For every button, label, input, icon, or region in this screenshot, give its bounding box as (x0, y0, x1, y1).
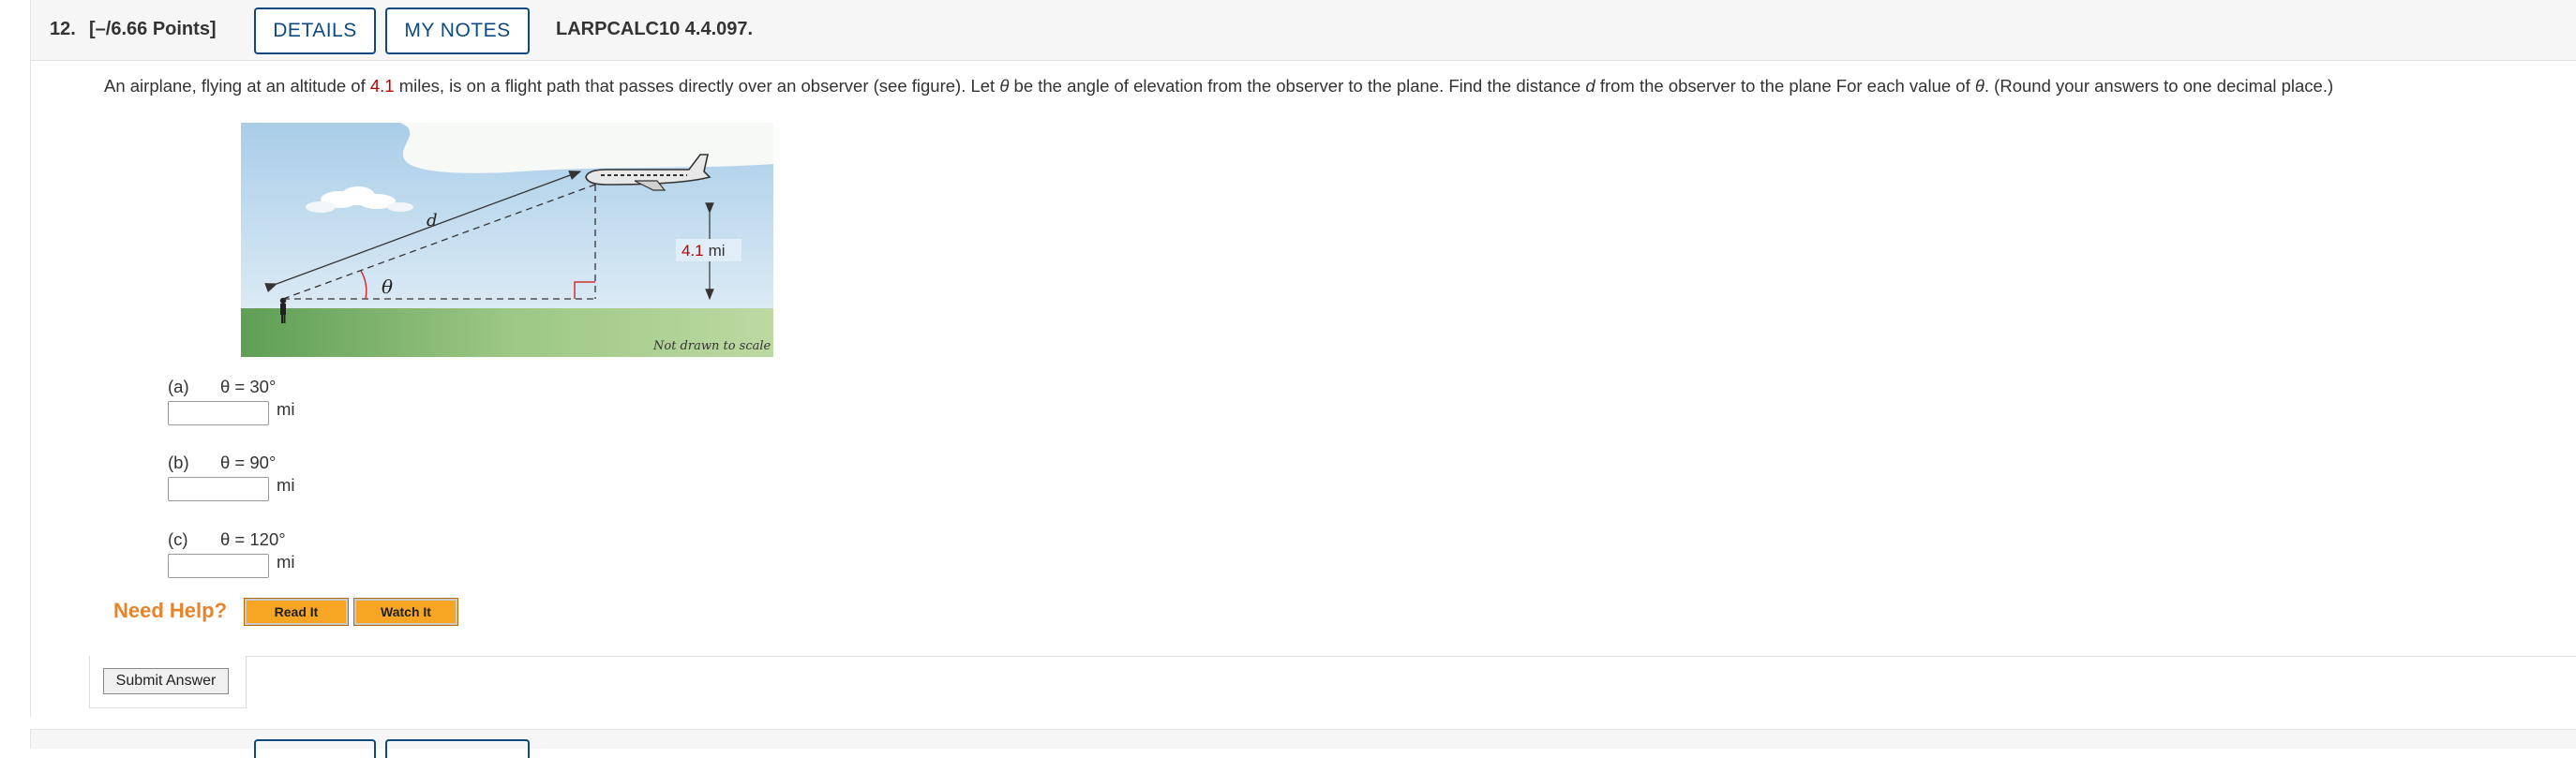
watch-it-button[interactable]: Watch It (353, 598, 458, 626)
next-question-header (30, 729, 2576, 758)
question-points: [–/6.66 Points] (89, 19, 217, 39)
theta-symbol-2: θ (1974, 76, 1984, 96)
need-help-title: Need Help? (113, 599, 228, 622)
submit-answer-button[interactable]: Submit Answer (103, 668, 229, 694)
part-b-equation: θ = 90° (220, 453, 277, 472)
altitude-label: 4.1 mi (681, 242, 726, 260)
part-c-label: (c) (168, 529, 188, 549)
altitude-value: 4.1 (369, 76, 395, 96)
left-rail (0, 0, 30, 744)
part-a-unit: mi (277, 399, 295, 419)
part-c-unit: mi (277, 552, 295, 572)
prompt-text-1: An airplane, flying at an altitude of (104, 76, 370, 96)
next-my-notes-button[interactable] (385, 739, 530, 758)
prompt-text-2: miles, is on a flight path that passes d… (394, 76, 1000, 96)
part-c-answer-input[interactable] (168, 554, 269, 578)
question-number: 12. (50, 19, 76, 39)
question-code: LARPCALC10 4.4.097. (556, 19, 754, 39)
question-header: 12. [–/6.66 Points] DETAILS MY NOTES LAR… (30, 0, 2576, 61)
scale-note: Not drawn to scale (652, 339, 771, 353)
part-a-label: (a) (168, 377, 189, 396)
read-it-button[interactable]: Read It (244, 598, 349, 626)
part-c-equation: θ = 120° (220, 529, 286, 549)
altitude-label-value: 4.1 (681, 242, 704, 260)
theta-label: θ (382, 275, 393, 298)
prompt-text-3: be the angle of elevation from the obser… (1009, 76, 1586, 96)
submit-divider (247, 656, 2576, 657)
cloud-band (400, 123, 773, 173)
next-details-button[interactable] (254, 739, 376, 758)
altitude-label-unit: mi (709, 242, 726, 260)
part-b-unit: mi (277, 475, 295, 495)
part-a-equation: θ = 30° (220, 377, 277, 396)
prompt-text-5: . (Round your answers to one decimal pla… (1984, 76, 2334, 96)
question-prompt: An airplane, flying at an altitude of 4.… (104, 76, 2560, 97)
airplane-figure: θ d 4.1 mi Not drawn to scale (241, 123, 773, 357)
d-symbol: d (1585, 76, 1595, 96)
my-notes-button[interactable]: MY NOTES (385, 7, 530, 54)
part-b-answer-input[interactable] (168, 477, 269, 501)
theta-symbol: θ (999, 76, 1010, 96)
part-a-answer-input[interactable] (168, 401, 269, 425)
question-body: An airplane, flying at an altitude of 4.… (30, 61, 2576, 717)
prompt-text-4: from the observer to the plane For each … (1595, 76, 1975, 96)
submit-area: Submit Answer (89, 656, 2576, 710)
d-label: d (427, 211, 438, 230)
submit-box: Submit Answer (89, 656, 247, 708)
details-button[interactable]: DETAILS (254, 7, 376, 54)
part-b-label: (b) (168, 453, 189, 472)
